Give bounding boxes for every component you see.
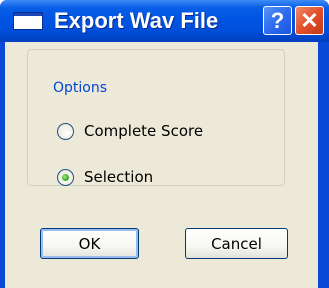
help-button[interactable]: ? <box>263 6 292 35</box>
radio-checked-icon[interactable] <box>57 168 74 186</box>
options-group-label: Options <box>49 79 112 97</box>
radio-complete-score-label[interactable]: Complete Score <box>84 122 203 140</box>
help-icon: ? <box>270 7 285 33</box>
app-window-icon <box>13 12 43 30</box>
close-button[interactable]: ✕ <box>295 6 324 35</box>
ok-button[interactable]: OK <box>40 228 139 259</box>
radio-complete-score[interactable]: Complete Score <box>57 120 203 142</box>
radio-unchecked-icon[interactable] <box>57 122 74 140</box>
radio-selection[interactable]: Selection <box>57 166 153 188</box>
cancel-button[interactable]: Cancel <box>185 228 288 259</box>
window-title: Export Wav File <box>54 8 219 33</box>
title-bar[interactable]: Export Wav File ? ✕ <box>0 0 329 42</box>
radio-selected-dot <box>62 173 69 181</box>
close-icon: ✕ <box>300 7 319 33</box>
radio-selection-label[interactable]: Selection <box>84 168 153 186</box>
